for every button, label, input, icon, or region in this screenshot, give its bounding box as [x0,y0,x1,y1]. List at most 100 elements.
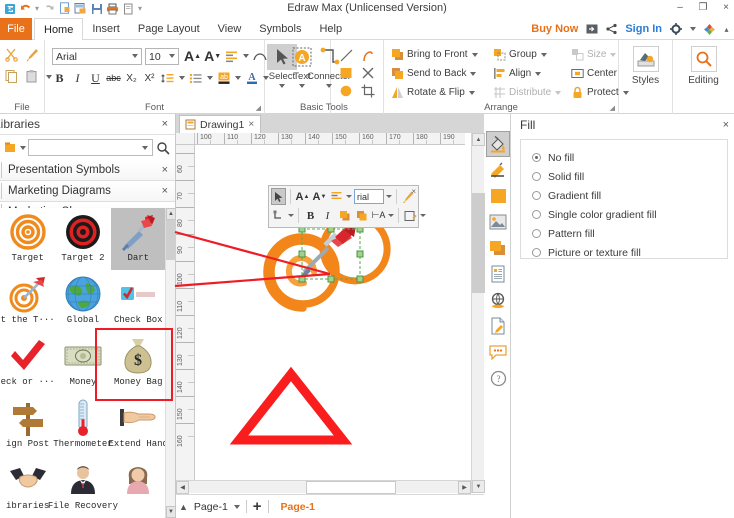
library-scroll-up-button[interactable]: ▲ [166,208,176,220]
page-bar-collapse-icon[interactable]: ▲ [179,502,188,512]
comment-icon[interactable] [486,339,510,365]
paste-icon[interactable] [24,68,41,85]
document-tab-close-icon[interactable]: × [248,119,254,130]
crop-tool-icon[interactable] [357,82,379,100]
bring-to-front-dropdown-icon[interactable] [471,52,478,57]
copy-icon[interactable] [3,68,20,85]
group-dropdown-icon[interactable] [540,52,547,57]
gear-icon[interactable] [669,23,682,36]
ellipse-tool-icon[interactable] [335,82,357,100]
bring-front-icon[interactable] [337,207,352,224]
shape-item-target[interactable]: Target [0,208,55,270]
shape-item-check-box[interactable]: Check Box [111,270,166,332]
radio-solid-fill[interactable] [532,172,541,181]
bold-button[interactable]: B [52,70,67,86]
arrange-dialog-launcher[interactable]: ◢ [610,104,615,112]
file-tab[interactable]: File [0,18,32,40]
maximize-button[interactable]: ❐ [697,1,709,15]
canvas-horizontal-scrollbar[interactable]: ◀ ▶ [176,480,471,494]
shrink-font-button[interactable]: A ▼ [204,48,221,64]
strikethrough-button[interactable]: abc [106,70,121,86]
shape-item-money[interactable]: Money [55,332,110,394]
send-to-back-button[interactable]: Send to Back [390,64,486,83]
tab-symbols[interactable]: Symbols [250,18,310,40]
align-icon[interactable] [224,48,239,64]
library-category-marketing-diagrams[interactable]: Marketing Diagrams × [0,181,175,202]
fill-option-picture-or-texture-fill[interactable]: Picture or texture fill [521,243,727,262]
shape-item-target-2[interactable]: Target 2 [55,208,110,270]
line-style-icon[interactable] [486,157,510,183]
add-page-button[interactable]: + [253,499,262,514]
line-style-dropdown-icon[interactable] [420,214,426,217]
canvas-scroll-right-button[interactable]: ▶ [458,481,471,494]
styles-button[interactable]: Styles [623,46,669,86]
fill-option-no-fill[interactable]: No fill [521,148,727,167]
search-dropdown-icon[interactable] [142,146,148,150]
text-tool-dropdown-icon[interactable] [299,84,305,88]
settings-dropdown-icon[interactable] [689,23,696,36]
library-category-close-icon[interactable]: × [162,185,168,197]
grow-font-button[interactable]: A ▲ [184,48,201,64]
float-toolbar-close-icon[interactable]: × [411,187,416,196]
document-properties-icon[interactable] [486,261,510,287]
library-scroll-thumb[interactable] [166,220,176,260]
shrink-font-icon[interactable]: A ▼ [312,188,327,205]
font-size-combo[interactable]: 10 [145,48,179,65]
line-tool-icon[interactable] [335,46,357,64]
select-tool-icon[interactable] [271,188,286,205]
shape-item-check-or-tick[interactable]: eck or ··· [0,332,55,394]
float-font-dropdown-icon[interactable] [386,195,392,198]
format-painter-icon[interactable] [24,46,41,63]
share-icon[interactable] [605,23,618,36]
shape-item-businesswoman[interactable] [111,456,166,518]
align-objects-button[interactable]: Align [492,64,564,83]
tab-help[interactable]: Help [310,18,351,40]
radio-picture-or-texture-fill[interactable] [532,248,541,257]
shape-item-dart[interactable]: Dart [110,208,166,270]
minimize-button[interactable]: – [674,1,686,15]
distribute-button[interactable]: Distribute [492,83,564,102]
connector-tool-icon[interactable] [271,207,286,224]
fill-option-single-color-gradient-fill[interactable]: Single color gradient fill [521,205,727,224]
line-spacing-dropdown-icon[interactable] [179,76,185,80]
hyperlink-icon[interactable] [486,287,510,313]
text-highlight-dropdown-icon[interactable] [235,76,241,80]
tab-insert[interactable]: Insert [83,18,129,40]
picture-icon[interactable] [486,209,510,235]
shape-item-extend-hand[interactable]: Extend Hand [109,394,166,456]
bullet-list-dropdown-icon[interactable] [207,76,213,80]
export-icon[interactable] [585,23,598,36]
arc-tool-icon[interactable] [357,46,379,64]
line-spacing-icon[interactable] [160,70,175,86]
page-tab-page-1[interactable]: Page-1 [281,501,315,513]
help-circle-icon[interactable]: ? [486,365,510,391]
superscript-button[interactable]: X² [142,70,157,86]
canvas-scroll-up-button[interactable]: ▲ [472,133,485,146]
library-scroll-down-button[interactable]: ▼ [166,506,176,518]
page-selector-label[interactable]: Page-1 [194,501,228,513]
page-edit-icon[interactable] [486,313,510,339]
align-left-icon[interactable]: ⊢A [371,207,386,224]
send-back-icon[interactable] [354,207,369,224]
colorful-help-icon[interactable] [703,23,716,36]
send-to-back-dropdown-icon[interactable] [470,71,477,76]
fill-option-solid-fill[interactable]: Solid fill [521,167,727,186]
group-button[interactable]: Group [492,45,564,64]
radio-pattern-fill[interactable] [532,229,541,238]
library-category-close-icon[interactable]: × [162,164,168,176]
libraries-close-icon[interactable]: × [162,118,168,130]
align-objects-dropdown-icon[interactable] [535,71,542,76]
shadow-icon[interactable] [486,235,510,261]
float-font-input[interactable]: rial [354,189,384,204]
bullet-list-icon[interactable] [188,70,203,86]
font-color-icon[interactable]: A [244,70,259,86]
tab-page-layout[interactable]: Page Layout [129,18,209,40]
align-dropdown-icon[interactable] [346,195,352,198]
solid-color-icon[interactable] [486,183,510,209]
font-size-dropdown-icon[interactable] [169,54,175,58]
close-shape-icon[interactable] [357,64,379,82]
library-scrollbar[interactable]: ▲ ▼ [165,208,176,518]
ribbon-collapse-icon[interactable]: ▴ [723,23,730,36]
distribute-dropdown-icon[interactable] [555,90,562,95]
bring-to-front-button[interactable]: Bring to Front [390,45,486,64]
